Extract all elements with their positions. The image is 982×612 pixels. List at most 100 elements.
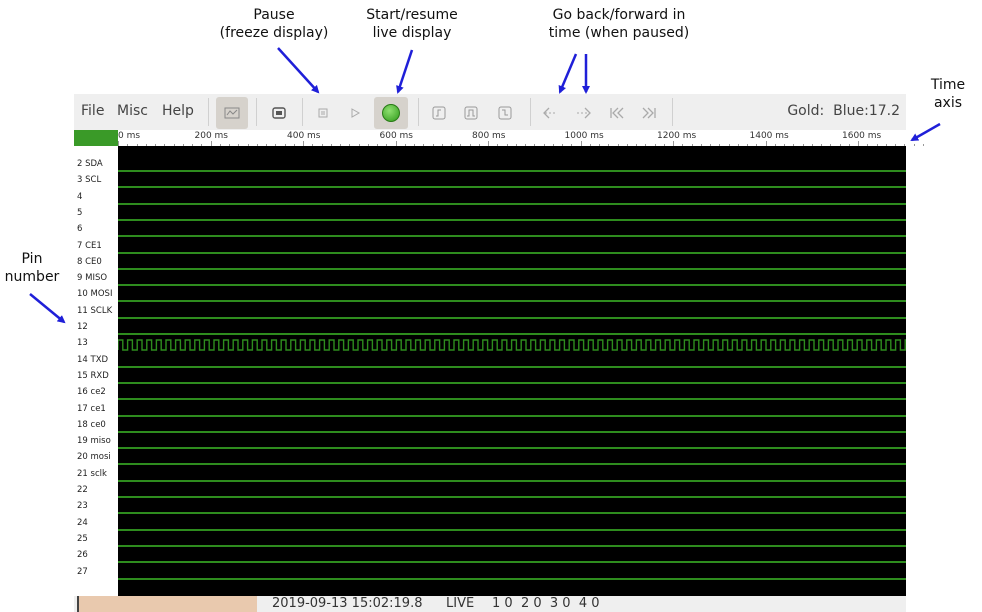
pin-label: 16 ce2: [77, 387, 106, 398]
scope-icon: [224, 107, 240, 119]
pin-trace: [118, 447, 906, 450]
pin-trace: [118, 496, 906, 498]
pin-trace: [118, 430, 906, 433]
time-axis: 0 ms 200 ms 400 ms 600 ms 800 ms 1000 ms 1200 …: [74, 130, 924, 146]
pin-label: 14 TXD: [77, 354, 109, 365]
forward-icon: [577, 107, 591, 119]
time-axis-label: 200 ms: [194, 131, 229, 141]
time-axis-tick: [913, 144, 915, 146]
clock-waveform: [118, 339, 906, 351]
pin-label: 2 SDA: [77, 159, 103, 169]
pin-trace: [118, 414, 906, 417]
timestamp: 2019-09-13 15:02:19.8: [272, 596, 423, 611]
trigger-both-button[interactable]: [456, 98, 486, 128]
annotation-pause: Pause (freeze display): [219, 7, 329, 41]
time-axis-label: 400 ms: [287, 131, 321, 141]
menu-file[interactable]: File: [81, 103, 104, 119]
pin-label: 18 ce0: [77, 419, 106, 430]
pin-label: 27: [77, 566, 88, 577]
pin-trace: [118, 365, 906, 368]
pin-label: 20 mosi: [77, 452, 111, 463]
toolbar-separator: [672, 98, 673, 126]
pause-button[interactable]: [308, 98, 338, 128]
forward-button[interactable]: [568, 98, 598, 128]
go-start-icon: [610, 107, 624, 119]
pin-label: 24: [77, 517, 88, 528]
pin-label: 10 MOSI: [77, 289, 113, 300]
toolbar-separator: [530, 98, 531, 126]
time-axis-label: 800 ms: [472, 131, 506, 141]
pin-label: 6: [77, 224, 83, 235]
arrow-pin-number: [29, 293, 66, 324]
trigger-both-icon: [464, 106, 478, 120]
menubar: File Misc Help Gold: Blue:17.2: [74, 94, 906, 130]
pin-label: 4: [77, 191, 83, 202]
arrow-pause: [277, 47, 320, 94]
pin-trace: [118, 202, 906, 205]
pin-trace: [118, 479, 906, 482]
pin-trace: [118, 381, 906, 384]
waveform-plot[interactable]: [118, 146, 906, 596]
annotation-pin-number: Pin number: [4, 251, 60, 285]
pin-label: 25: [77, 533, 88, 544]
status-values: 1 0 2 0 3 0 4 0: [492, 596, 600, 611]
pin-label: 5: [77, 207, 83, 218]
pin-trace: [118, 561, 906, 564]
time-axis-label: 1400 ms: [749, 131, 789, 141]
live-indicator-icon: [382, 104, 400, 122]
pin-trace: [118, 218, 906, 221]
time-axis-label: 600 ms: [379, 131, 414, 141]
play-icon: [351, 108, 361, 118]
go-end-icon: [642, 107, 656, 119]
toolbar-separator: [256, 98, 257, 126]
toolbar-separator: [418, 98, 419, 126]
time-axis-label: 1600 ms: [842, 131, 882, 141]
pin-trace: [118, 267, 906, 270]
gold-blue-readout: Gold: Blue:17.2: [787, 103, 900, 119]
pin-trace: [118, 316, 906, 319]
pin-trace: [118, 512, 906, 515]
annotation-start-resume: Start/resume live display: [366, 7, 458, 41]
menu-help[interactable]: Help: [162, 103, 194, 119]
trigger-falling-button[interactable]: [490, 98, 520, 128]
pin-13-clock-trace: [118, 339, 906, 351]
arrow-start: [396, 49, 414, 94]
pin-trace: [118, 170, 906, 172]
live-button[interactable]: [374, 97, 408, 129]
pin-trace: [118, 333, 906, 335]
pin-label: 3 SCL: [77, 175, 102, 186]
pin-label: 21 sclk: [77, 468, 107, 479]
pin-label: 15 RXD: [77, 370, 109, 381]
pin-label: 13: [77, 338, 88, 349]
pin-trace: [118, 235, 906, 238]
pin-trace: [118, 577, 906, 580]
pin-label: 12: [77, 322, 88, 332]
go-end-button[interactable]: [634, 98, 664, 128]
pin-trace: [118, 544, 906, 547]
back-icon: [543, 107, 557, 119]
back-button[interactable]: [536, 98, 566, 128]
menu-misc[interactable]: Misc: [117, 103, 148, 119]
pin-trace: [118, 398, 906, 401]
logic-analyzer-window: File Misc Help Gold: Blue:17.2 0 ms 200 …: [74, 94, 924, 612]
play-button[interactable]: [340, 98, 370, 128]
trigger-falling-icon: [498, 106, 512, 120]
annotation-go-back-forward: Go back/forward in time (when paused): [548, 7, 690, 41]
settings-button[interactable]: [264, 98, 294, 128]
scope-button[interactable]: [216, 97, 248, 129]
toolbar-separator: [302, 98, 303, 126]
pin-trace: [118, 251, 906, 254]
toolbar-separator: [208, 98, 209, 126]
arrow-back: [558, 53, 578, 94]
pin-label: 7 CE1: [77, 240, 102, 251]
live-status-indicator: [74, 130, 118, 146]
pin-trace: [118, 463, 906, 466]
pin-label: 17 ce1: [77, 403, 106, 414]
go-start-button[interactable]: [602, 98, 632, 128]
status-color-swatch: [77, 596, 257, 612]
time-axis-label: 1000 ms: [564, 131, 604, 141]
time-axis-tick: [922, 144, 924, 146]
time-axis-label: 0 ms: [118, 131, 141, 141]
trigger-rising-button[interactable]: [424, 98, 454, 128]
pin-label: 8 CE0: [77, 256, 102, 267]
